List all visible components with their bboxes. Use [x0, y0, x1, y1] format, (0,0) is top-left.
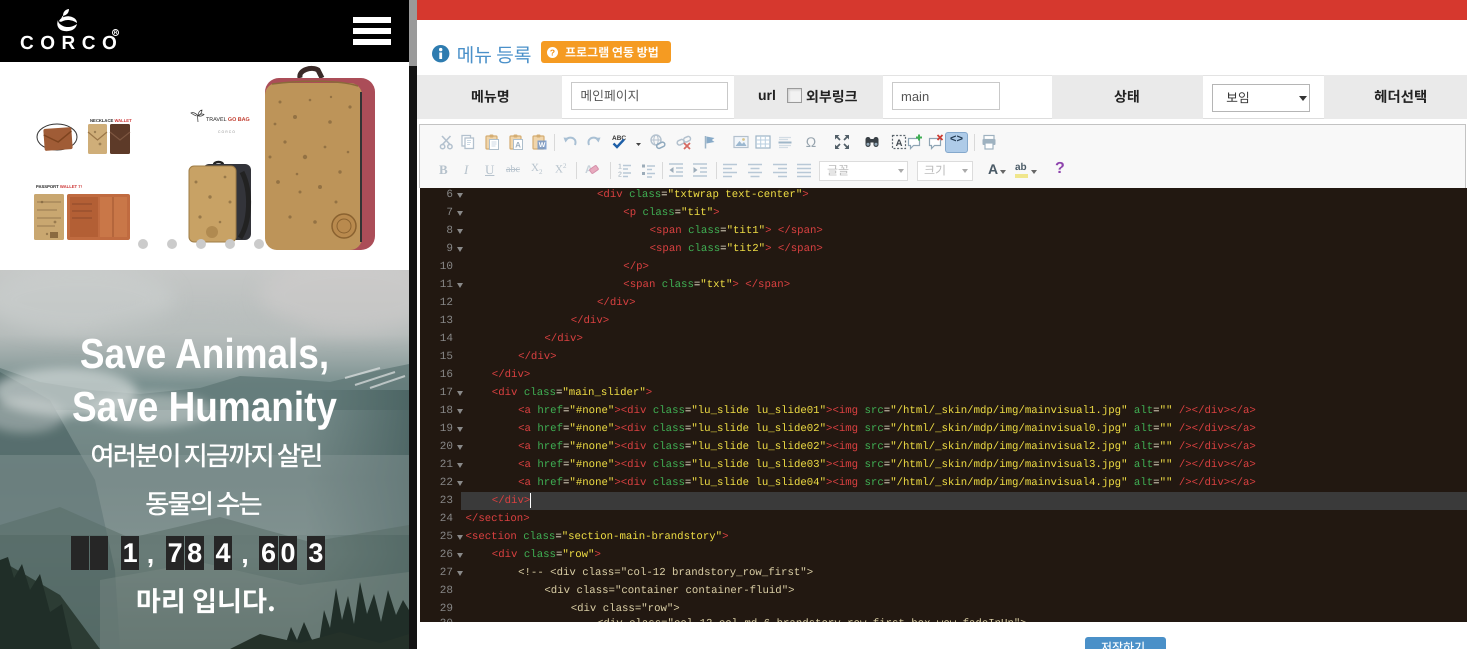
- svg-text:C O R C O: C O R C O: [218, 130, 235, 134]
- svg-text:A: A: [515, 141, 521, 150]
- svg-text:?: ?: [550, 47, 555, 57]
- svg-text:TRAVEL GO BAG: TRAVEL GO BAG: [206, 117, 250, 123]
- svg-text:1: 1: [618, 164, 622, 171]
- svg-text:NECKLACE WALLET: NECKLACE WALLET: [90, 118, 132, 123]
- svg-text:2: 2: [618, 172, 622, 179]
- svg-text:W: W: [539, 142, 546, 149]
- svg-text:A: A: [896, 138, 903, 149]
- svg-text:PASSPORT WALLET 7!: PASSPORT WALLET 7!: [36, 184, 82, 189]
- svg-text:Ω: Ω: [806, 134, 816, 150]
